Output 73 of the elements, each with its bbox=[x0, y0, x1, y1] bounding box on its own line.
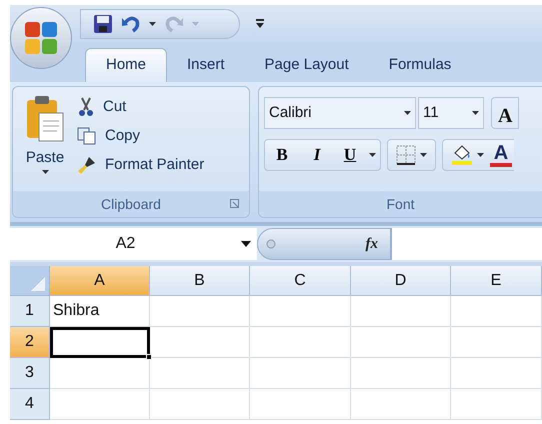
table-cell[interactable] bbox=[150, 389, 250, 420]
column-header[interactable]: C bbox=[250, 266, 351, 296]
bold-button[interactable]: B bbox=[265, 140, 299, 170]
ribbon-tab[interactable]: Formulas bbox=[368, 48, 472, 82]
font-name-field[interactable]: Calibri bbox=[264, 97, 416, 129]
paste-button[interactable]: Paste bbox=[25, 95, 65, 191]
copy-button[interactable]: Copy bbox=[77, 124, 204, 148]
table-cell[interactable] bbox=[451, 389, 542, 420]
format-painter-button[interactable]: Format Painter bbox=[77, 153, 204, 177]
table-cell[interactable] bbox=[250, 327, 351, 358]
group-label: Clipboard bbox=[101, 194, 161, 214]
scissors-icon bbox=[77, 97, 95, 117]
cut-button[interactable]: Cut bbox=[77, 95, 204, 119]
table-cell[interactable] bbox=[351, 358, 451, 389]
borders-icon[interactable] bbox=[396, 145, 416, 165]
paintbrush-icon bbox=[77, 155, 97, 175]
underline-button[interactable]: U bbox=[335, 140, 365, 170]
logo-icon bbox=[23, 20, 59, 56]
resize-handle-icon[interactable] bbox=[266, 239, 276, 249]
caret-icon bbox=[42, 170, 48, 174]
column-header[interactable]: B bbox=[150, 266, 250, 296]
fill-color-icon[interactable] bbox=[451, 144, 473, 166]
ribbon-tab[interactable]: Home bbox=[85, 48, 168, 82]
ribbon-tab[interactable]: Page Layout bbox=[244, 48, 369, 82]
redo-icon[interactable] bbox=[164, 14, 184, 32]
row-header[interactable]: 3 bbox=[10, 358, 50, 389]
fill-handle[interactable] bbox=[146, 354, 152, 360]
grow-font-button[interactable]: A bbox=[491, 97, 520, 129]
table-cell[interactable] bbox=[451, 296, 542, 327]
caret-icon bbox=[477, 153, 484, 157]
table-cell[interactable]: Shibra bbox=[50, 296, 150, 327]
customize-icon[interactable] bbox=[256, 18, 264, 28]
name-box[interactable]: A2 bbox=[10, 228, 257, 260]
caret-icon bbox=[149, 22, 156, 26]
caret-icon bbox=[192, 22, 199, 26]
table-cell[interactable] bbox=[250, 296, 351, 327]
table-cell[interactable] bbox=[150, 327, 250, 358]
table-cell[interactable] bbox=[451, 358, 542, 389]
table-cell[interactable] bbox=[351, 327, 451, 358]
clipboard-icon bbox=[25, 95, 65, 143]
table-cell[interactable] bbox=[351, 389, 451, 420]
column-header[interactable]: A bbox=[50, 266, 150, 296]
column-header[interactable]: E bbox=[451, 266, 542, 296]
caret-icon bbox=[369, 153, 376, 157]
ribbon-tab[interactable]: Insert bbox=[167, 48, 245, 82]
caret-icon bbox=[472, 111, 479, 115]
table-cell[interactable] bbox=[250, 358, 351, 389]
formula-field[interactable] bbox=[391, 228, 542, 260]
table-cell[interactable] bbox=[150, 296, 250, 327]
italic-button[interactable]: I bbox=[299, 140, 335, 170]
row-header[interactable]: 1 bbox=[10, 296, 50, 327]
caret-icon bbox=[404, 111, 411, 115]
row-header[interactable]: 2 bbox=[10, 327, 50, 358]
caret-icon bbox=[241, 241, 251, 247]
copy-icon bbox=[77, 127, 97, 145]
select-all-corner[interactable] bbox=[10, 266, 50, 296]
row-header[interactable]: 4 bbox=[10, 389, 50, 420]
caret-icon bbox=[420, 153, 427, 157]
column-header[interactable]: D bbox=[351, 266, 451, 296]
table-cell[interactable] bbox=[351, 296, 451, 327]
table-cell[interactable] bbox=[50, 358, 150, 389]
table-cell[interactable] bbox=[250, 389, 351, 420]
table-cell[interactable] bbox=[150, 358, 250, 389]
triangle-icon bbox=[31, 277, 45, 291]
active-cell[interactable] bbox=[50, 327, 150, 358]
dialog-launcher-icon[interactable] bbox=[230, 199, 239, 208]
table-cell[interactable] bbox=[50, 389, 150, 420]
insert-function-button[interactable]: fx bbox=[366, 232, 378, 256]
table-cell[interactable] bbox=[451, 327, 542, 358]
group-label: Font bbox=[386, 194, 414, 214]
font-size-field[interactable]: 11 bbox=[418, 97, 484, 129]
undo-icon[interactable] bbox=[121, 14, 141, 32]
save-icon[interactable] bbox=[93, 14, 113, 34]
